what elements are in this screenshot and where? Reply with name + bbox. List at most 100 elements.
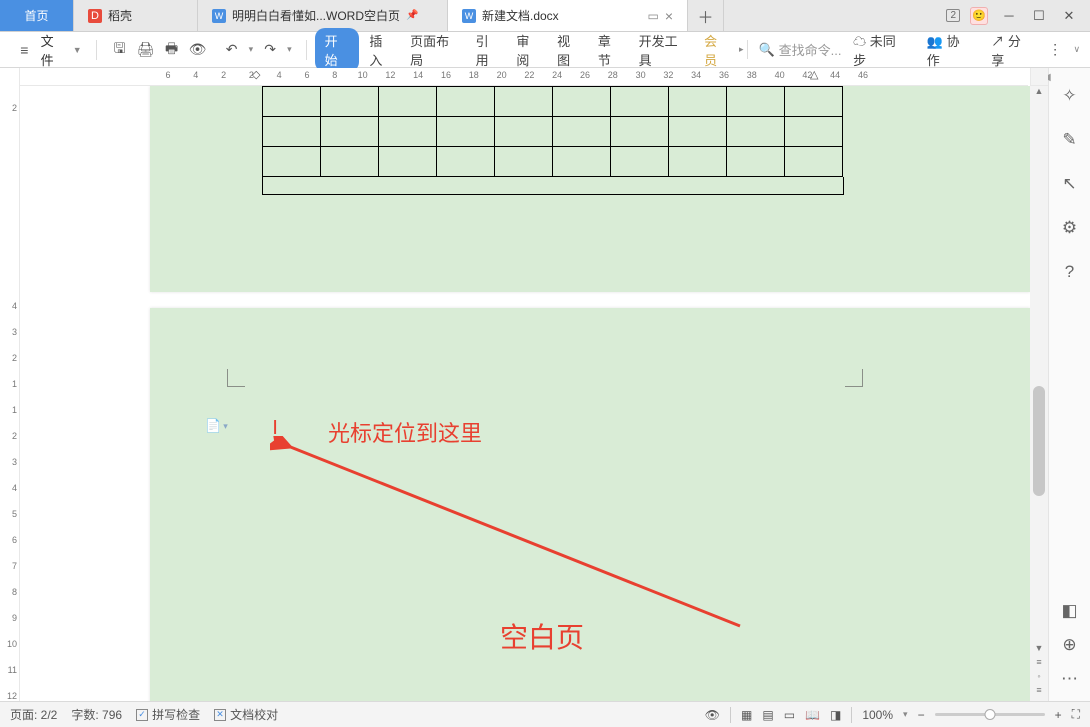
spell-check[interactable]: ✓拼写检查 — [136, 706, 200, 723]
annotation-arrow — [270, 436, 750, 636]
ruler-tick: 4 — [12, 483, 17, 493]
ruler-tick: 2 — [221, 70, 226, 80]
help-icon[interactable]: ? — [1065, 262, 1074, 282]
window-controls: 2 🙂 ─ ☐ ✕ — [946, 0, 1090, 31]
ruler-tick: 12 — [7, 691, 17, 701]
tab-daoke-label: 稻壳 — [108, 7, 132, 24]
ruler-tick: 1 — [12, 379, 17, 389]
tab-new[interactable]: ＋ — [688, 0, 724, 31]
ruler-tick: 11 — [8, 665, 17, 675]
ruler-tick: 2 — [12, 353, 17, 363]
cross-icon: ✕ — [214, 709, 226, 721]
ruler-tick: 42 — [802, 70, 812, 80]
document-canvas[interactable]: 📄 ▾ | • 光标定位到这里 空白页 — [20, 86, 1048, 701]
check-icon: ✓ — [136, 709, 148, 721]
ribbon-insert[interactable]: 插入 — [363, 28, 400, 72]
select-icon[interactable]: ↖ — [1062, 174, 1076, 194]
chevron-down-icon[interactable]: ▼ — [73, 45, 82, 55]
vertical-scrollbar[interactable]: ▲ ▼ ≡ ◦ ≡ — [1030, 86, 1048, 701]
scroll-thumb[interactable] — [1033, 386, 1045, 496]
ruler-tick: 8 — [332, 70, 337, 80]
tab-close-icon[interactable]: × — [665, 8, 673, 24]
redo-icon[interactable]: ↷ — [261, 41, 279, 58]
zoom-in-icon[interactable]: + — [1055, 708, 1062, 722]
ribbon-start[interactable]: 开始 — [315, 28, 360, 72]
print-icon[interactable]: 🖶 — [163, 38, 181, 62]
window-count-badge[interactable]: 2 — [946, 9, 960, 22]
ruler-tick: 38 — [747, 70, 757, 80]
tab-doc-2[interactable]: W 新建文档.docx ▭ × — [448, 0, 688, 31]
tab-doc-2-label: 新建文档.docx — [482, 7, 559, 24]
scroll-down-icon[interactable]: ▼ — [1030, 643, 1048, 657]
ruler-tick: 9 — [12, 613, 17, 623]
ribbon-vip[interactable]: 会员 — [698, 28, 735, 72]
undo-icon[interactable]: ↶ — [223, 41, 241, 58]
search-icon: 🔍 — [758, 42, 774, 58]
more-tools-icon[interactable]: ⋯ — [1061, 669, 1078, 689]
ruler-tick: 34 — [691, 70, 701, 80]
ruler-tick: 28 — [608, 70, 618, 80]
ribbon-dev[interactable]: 开发工具 — [633, 28, 695, 72]
more-icon[interactable]: ⋮ — [1047, 41, 1064, 58]
horizontal-ruler[interactable]: ◇ △ 642246810121416182022242628303234363… — [20, 68, 1028, 86]
view-web-icon[interactable]: ▭ — [784, 708, 795, 722]
menu-icon[interactable]: ≡ — [16, 42, 33, 58]
command-search[interactable]: 🔍 查找命令... — [747, 40, 843, 59]
side-panel: ◀ ✧ ✎ ↖ ⚙ ? ◧ ⊕ ⋯ — [1048, 68, 1090, 701]
ribbon-more-icon[interactable]: ▸ — [739, 44, 744, 55]
doc-proof[interactable]: ✕文档校对 — [214, 706, 278, 723]
ribbon-ref[interactable]: 引用 — [470, 28, 507, 72]
reading-view-icon[interactable]: 👁 — [705, 708, 720, 722]
ruler-tick: 5 — [12, 509, 17, 519]
browse-object-icon[interactable]: ◦ — [1030, 671, 1048, 685]
save-icon[interactable]: 🖫 — [111, 38, 129, 62]
collapse-ribbon-icon[interactable]: ∨ — [1073, 44, 1080, 55]
ruler-tick: 7 — [12, 561, 17, 571]
ruler-tick: 2 — [12, 103, 17, 113]
view-outline-icon[interactable]: ▤ — [762, 708, 773, 722]
edit-icon[interactable]: ✎ — [1062, 130, 1076, 150]
present-icon[interactable]: ▭ — [647, 9, 658, 23]
tab-daoke[interactable]: D 稻壳 — [74, 0, 198, 31]
word-count[interactable]: 字数: 796 — [71, 706, 122, 723]
fit-page-icon[interactable]: ⛶ — [1072, 707, 1080, 722]
ruler-tick: 2 — [249, 70, 254, 80]
view-print-icon[interactable]: ▦ — [741, 708, 752, 722]
ruler-tick: 1 — [12, 405, 17, 415]
search-placeholder: 查找命令... — [779, 40, 842, 59]
share-button[interactable]: ↗ 分享 — [985, 28, 1037, 72]
tool-2-icon[interactable]: ⊕ — [1062, 635, 1076, 655]
settings-icon[interactable]: ⚙ — [1062, 218, 1077, 238]
ribbon-review[interactable]: 审阅 — [510, 28, 547, 72]
page-indicator[interactable]: 页面: 2/2 — [10, 706, 57, 723]
sync-status[interactable]: ☁ 未同步 — [847, 28, 911, 72]
zoom-out-icon[interactable]: − — [918, 708, 925, 722]
paste-options-icon[interactable]: 📄 ▾ — [205, 418, 228, 434]
ruler-tick: 12 — [385, 70, 395, 80]
view-read-icon[interactable]: 📖 — [805, 708, 820, 722]
annotation-cursor-here: 光标定位到这里 — [328, 416, 482, 448]
collab-button[interactable]: 👥 协作 — [921, 28, 975, 72]
view-focus-icon[interactable]: ◨ — [830, 708, 841, 722]
save-as-icon[interactable]: 🖨 — [137, 41, 155, 58]
preview-icon[interactable]: 👁 — [189, 41, 207, 58]
zoom-slider[interactable] — [935, 713, 1045, 716]
pin-icon[interactable]: 📌 — [406, 10, 418, 21]
file-menu[interactable]: 文件 — [41, 31, 65, 69]
assistant-icon[interactable]: ✧ — [1062, 86, 1076, 106]
ruler-tick: 4 — [193, 70, 198, 80]
scroll-up-icon[interactable]: ▲ — [1030, 86, 1048, 100]
prev-page-icon[interactable]: ≡ — [1030, 657, 1048, 671]
ribbon-view[interactable]: 视图 — [551, 28, 588, 72]
ruler-tick: 18 — [469, 70, 479, 80]
ribbon-layout[interactable]: 页面布局 — [404, 28, 466, 72]
ruler-tick: 30 — [636, 70, 646, 80]
ribbon-chapter[interactable]: 章节 — [592, 28, 629, 72]
ruler-tick: 4 — [12, 301, 17, 311]
zoom-percent[interactable]: 100% — [862, 708, 893, 722]
tab-doc-1[interactable]: W 明明白白看懂如...WORD空白页 📌 — [198, 0, 448, 31]
tool-1-icon[interactable]: ◧ — [1061, 601, 1077, 621]
tab-home[interactable]: 首页 — [0, 0, 74, 31]
next-page-icon[interactable]: ≡ — [1030, 685, 1048, 699]
vertical-ruler[interactable]: 2432112345678910111213 — [0, 68, 20, 701]
